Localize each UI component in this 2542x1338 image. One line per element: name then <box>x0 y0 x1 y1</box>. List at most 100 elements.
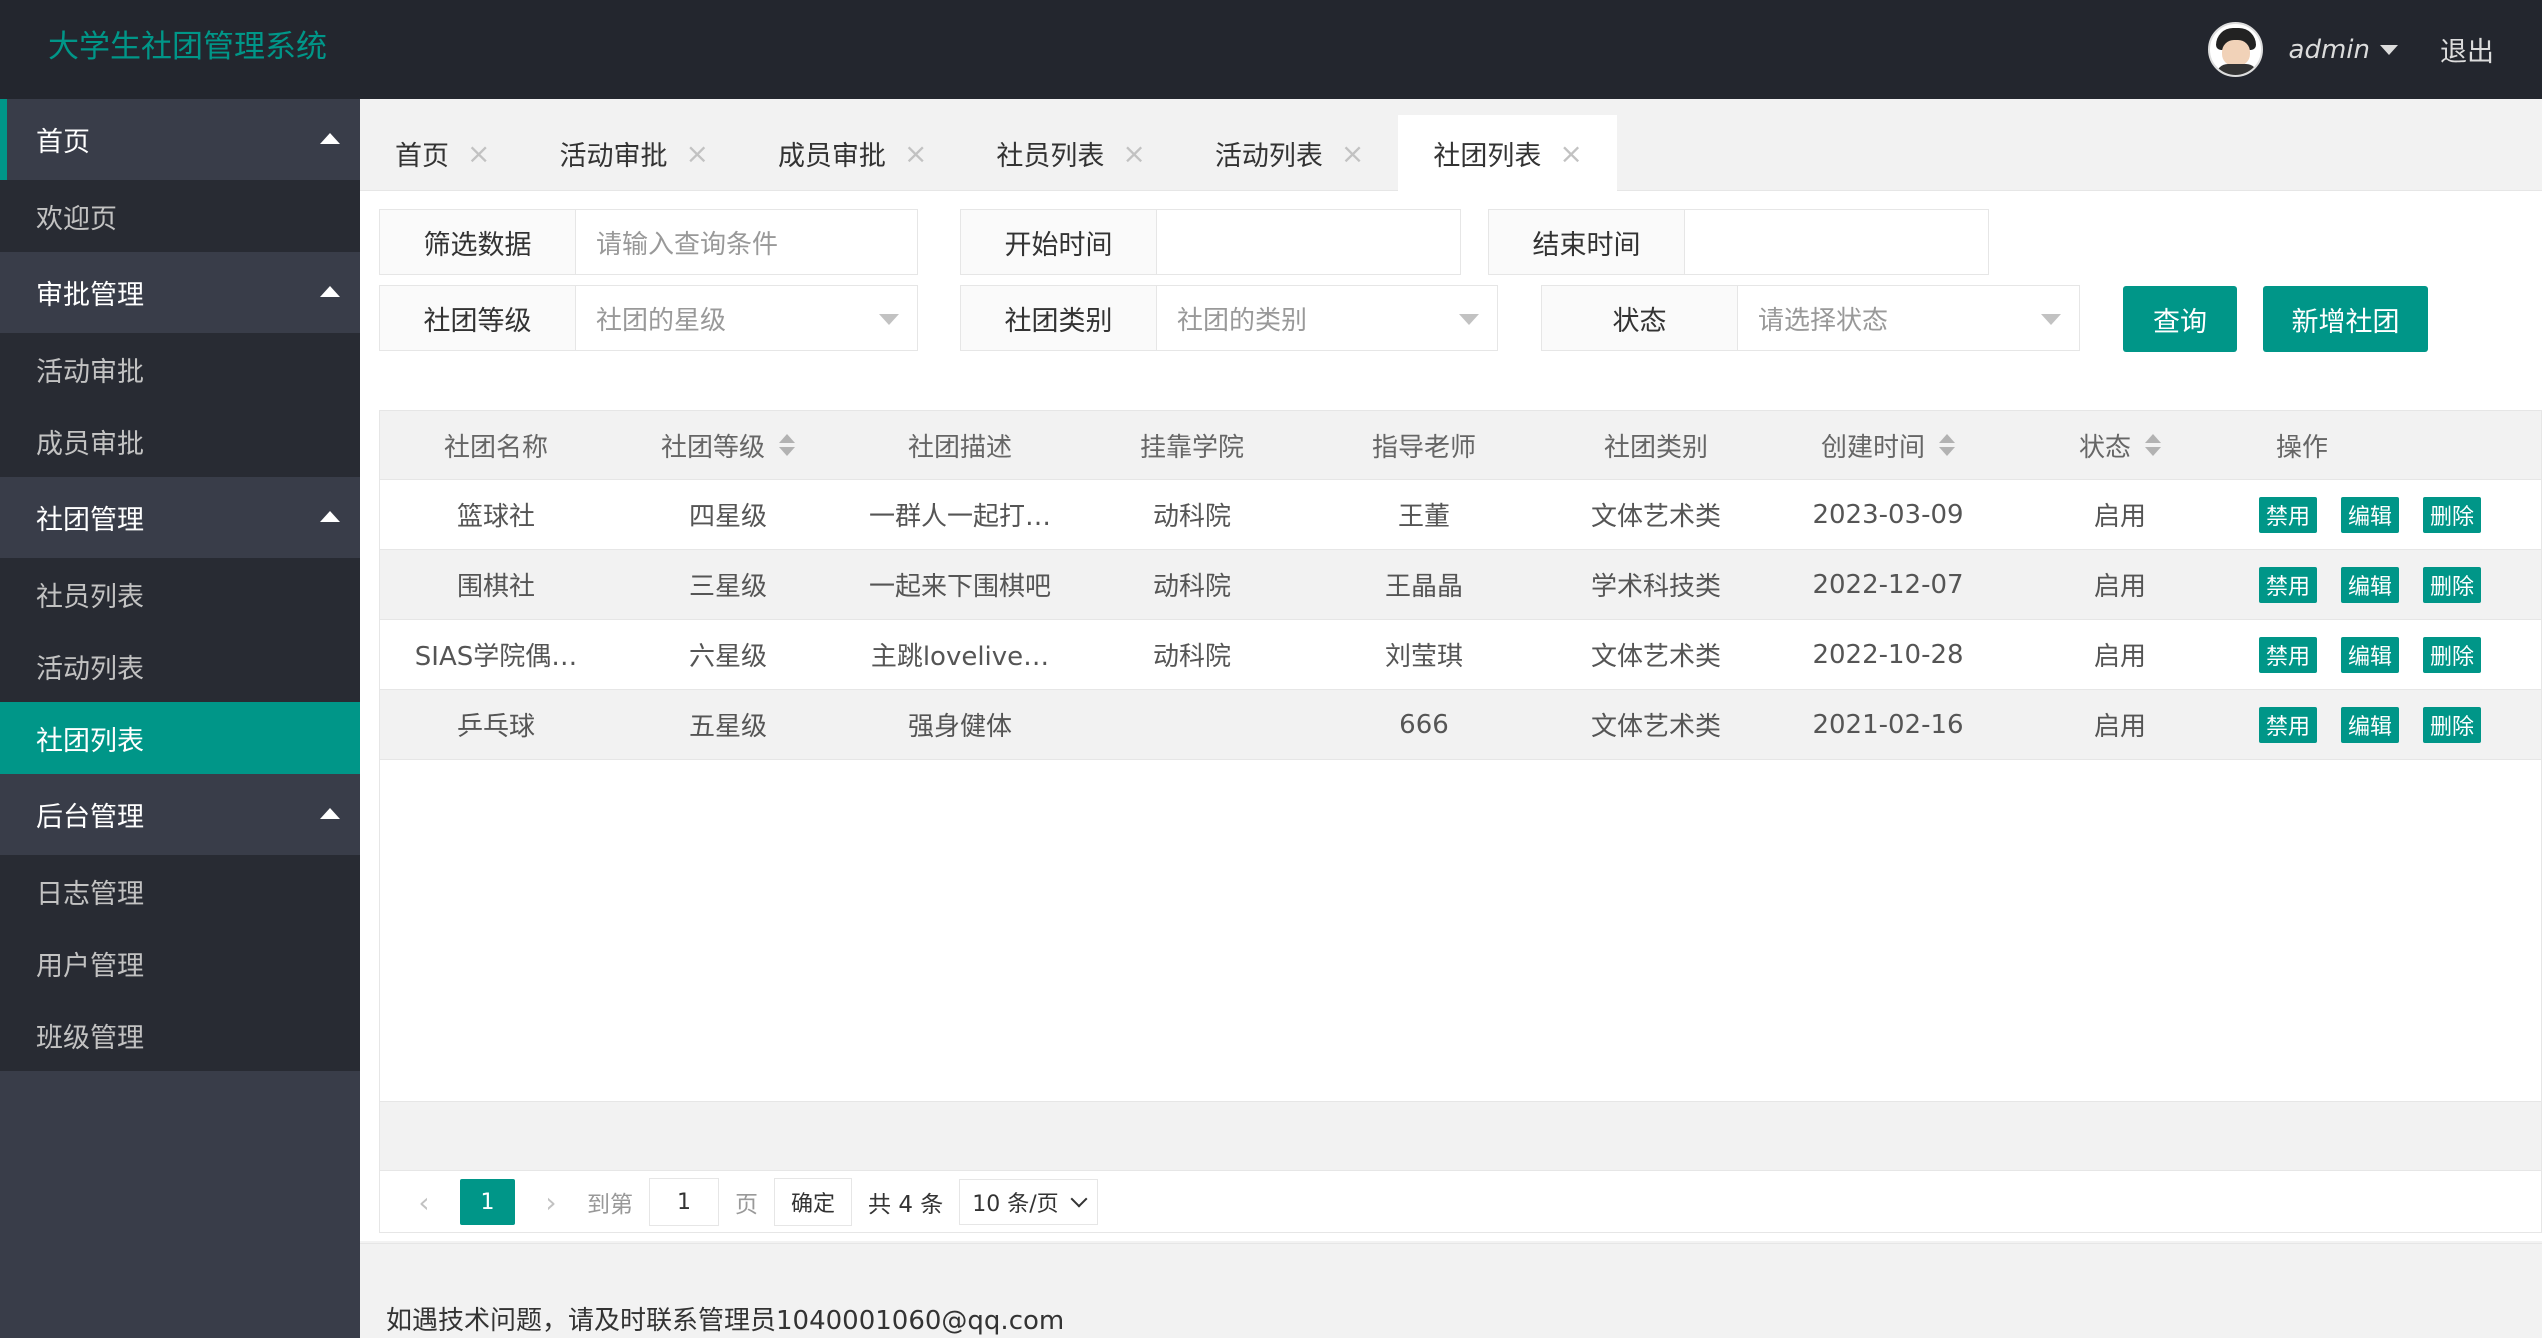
cell-desc: 强身健体 <box>907 712 1012 742</box>
end-time-input[interactable] <box>1685 210 1988 274</box>
edit-button[interactable]: 编辑 <box>2341 566 2400 603</box>
sidebar-item-member-approval[interactable]: 成员审批 <box>0 405 360 477</box>
username[interactable]: admin <box>2289 35 2370 65</box>
avatar[interactable] <box>2207 22 2263 77</box>
disable-button[interactable]: 禁用 <box>2259 706 2318 743</box>
row-actions: 禁用 编辑 删除 <box>2236 620 2541 689</box>
cell-teacher: 王董 <box>1397 502 1450 532</box>
start-time-label: 开始时间 <box>961 210 1157 274</box>
query-button[interactable]: 查询 <box>2123 286 2237 352</box>
sidebar-item-members[interactable]: 社员列表 <box>0 558 360 630</box>
tab-bar: 首页 × 活动审批 × 成员审批 × 社员列表 × 活动列表 × 社团列表 × <box>360 115 2542 191</box>
chevron-down-icon <box>1070 1190 1088 1208</box>
club-table: 社团名称 社团等级 社团描述 挂靠学院 指导老师 社团类别 创建时间 状态 操作… <box>379 410 2542 1233</box>
club-level-label: 社团等级 <box>380 286 576 350</box>
edit-button[interactable]: 编辑 <box>2341 496 2400 533</box>
status-select[interactable]: 请选择状态 <box>1738 286 2079 350</box>
table-row: 篮球社 四星级 一群人一起打… 动科院 王董 文体艺术类 2023-03-09 启用 禁用 编辑删… <box>380 480 2541 550</box>
goto-page-input[interactable]: 1 <box>649 1178 719 1226</box>
cell-created: 2023-03-09 <box>1812 499 1964 530</box>
table-row: SIAS学院偶… 六星级 主跳lovelive… 动科院 刘莹琪 文体艺术类 2022-10… <box>380 620 2541 690</box>
tab-members[interactable]: 社员列表 × <box>961 115 1179 191</box>
close-icon[interactable]: × <box>904 137 927 170</box>
user-area: admin 退出 <box>2207 0 2542 99</box>
page-size-select[interactable]: 10 条/页 <box>959 1179 1098 1225</box>
delete-button[interactable]: 删除 <box>2423 566 2482 603</box>
close-icon[interactable]: × <box>1341 137 1364 170</box>
table-row: 乒乓球 五星级 强身健体 666 文体艺术类 2021-02-16 启用 禁用 编辑 删除 <box>380 690 2541 760</box>
delete-button[interactable]: 删除 <box>2423 496 2482 533</box>
sort-icon[interactable] <box>779 432 795 458</box>
end-time-group: 结束时间 <box>1488 209 1989 275</box>
status-label: 状态 <box>1542 286 1738 350</box>
footer: 如遇技术问题，请及时联系管理员1040001060@qq.com <box>360 1243 2542 1338</box>
sidebar-item-users[interactable]: 用户管理 <box>0 927 360 999</box>
sidebar-group-club[interactable]: 社团管理 <box>0 477 360 558</box>
footer-text: 如遇技术问题，请及时联系管理员1040001060@qq.com <box>386 1306 1065 1336</box>
col-created[interactable]: 创建时间 <box>1772 411 2004 479</box>
goto-confirm-button[interactable]: 确定 <box>774 1178 853 1226</box>
col-teacher: 指导老师 <box>1371 432 1476 463</box>
col-actions: 操作 <box>2276 432 2329 463</box>
col-level[interactable]: 社团等级 <box>612 411 844 479</box>
cell-desc: 一起来下围棋吧 <box>868 572 1051 602</box>
page-1-button[interactable]: 1 <box>460 1179 515 1225</box>
close-icon[interactable]: × <box>1559 137 1582 170</box>
sidebar-group-approval[interactable]: 审批管理 <box>0 252 360 333</box>
tab-activity-approval[interactable]: 活动审批 × <box>524 115 742 191</box>
cell-status: 启用 <box>2093 502 2146 532</box>
club-level-select[interactable]: 社团的星级 <box>576 286 917 350</box>
col-name: 社团名称 <box>443 432 548 463</box>
cell-college: 动科院 <box>1152 502 1231 532</box>
chevron-right-icon[interactable]: › <box>531 1182 571 1222</box>
cell-level: 四星级 <box>688 502 767 532</box>
disable-button[interactable]: 禁用 <box>2259 496 2318 533</box>
add-club-button[interactable]: 新增社团 <box>2263 286 2428 352</box>
row-actions: 禁用 编辑 删除 <box>2236 690 2541 759</box>
tab-member-approval[interactable]: 成员审批 × <box>743 115 961 191</box>
close-icon[interactable]: × <box>467 137 490 170</box>
filter-keyword-input[interactable]: 请输入查询条件 <box>576 210 917 274</box>
delete-button[interactable]: 删除 <box>2423 706 2482 743</box>
sidebar-item-activity-approval[interactable]: 活动审批 <box>0 333 360 405</box>
col-status[interactable]: 状态 <box>2004 411 2236 479</box>
close-icon[interactable]: × <box>685 137 708 170</box>
start-time-input[interactable] <box>1157 210 1460 274</box>
logout-link[interactable]: 退出 <box>2440 30 2494 69</box>
row-actions: 禁用 编辑 删除 <box>2236 480 2541 549</box>
start-time-group: 开始时间 <box>960 209 1461 275</box>
sort-icon[interactable] <box>1939 432 1955 458</box>
col-desc: 社团描述 <box>907 432 1012 463</box>
edit-button[interactable]: 编辑 <box>2341 706 2400 743</box>
app-title: 大学生社团管理系统 <box>48 29 327 65</box>
delete-button[interactable]: 删除 <box>2423 636 2482 673</box>
disable-button[interactable]: 禁用 <box>2259 636 2318 673</box>
sidebar-group-admin[interactable]: 后台管理 <box>0 774 360 855</box>
close-icon[interactable]: × <box>1122 137 1145 170</box>
col-college: 挂靠学院 <box>1139 432 1244 463</box>
sidebar-group-home[interactable]: 首页 <box>0 99 360 180</box>
chevron-down-icon <box>879 314 899 325</box>
sidebar-item-logs[interactable]: 日志管理 <box>0 855 360 927</box>
cell-status: 启用 <box>2093 712 2146 742</box>
club-category-select[interactable]: 社团的类别 <box>1157 286 1497 350</box>
sort-icon[interactable] <box>2145 432 2161 458</box>
sidebar-item-classes[interactable]: 班级管理 <box>0 999 360 1071</box>
cell-category: 学术科技类 <box>1590 572 1721 602</box>
cell-college: 动科院 <box>1152 572 1231 602</box>
chevron-left-icon[interactable]: ‹ <box>404 1182 444 1222</box>
edit-button[interactable]: 编辑 <box>2341 636 2400 673</box>
disable-button[interactable]: 禁用 <box>2259 566 2318 603</box>
cell-status: 启用 <box>2093 642 2146 672</box>
tab-activities[interactable]: 活动列表 × <box>1180 115 1398 191</box>
sidebar-item-activities[interactable]: 活动列表 <box>0 630 360 702</box>
main-content: 筛选数据 请输入查询条件 开始时间 结束时间 社团等级 社团的星级 社团类别 社… <box>360 191 2542 1241</box>
tab-home[interactable]: 首页 × <box>360 115 524 191</box>
filter-keyword-group: 筛选数据 请输入查询条件 <box>379 209 918 275</box>
tab-clubs[interactable]: 社团列表 × <box>1398 115 1617 191</box>
sidebar-item-clubs[interactable]: 社团列表 <box>0 702 360 774</box>
sidebar-item-welcome[interactable]: 欢迎页 <box>0 180 360 252</box>
pagination: ‹ 1 › 到第 1 页 确定 共 4 条 10 条/页 <box>380 1171 2541 1233</box>
chevron-down-icon[interactable] <box>2380 44 2398 55</box>
cell-college: 动科院 <box>1152 642 1231 672</box>
